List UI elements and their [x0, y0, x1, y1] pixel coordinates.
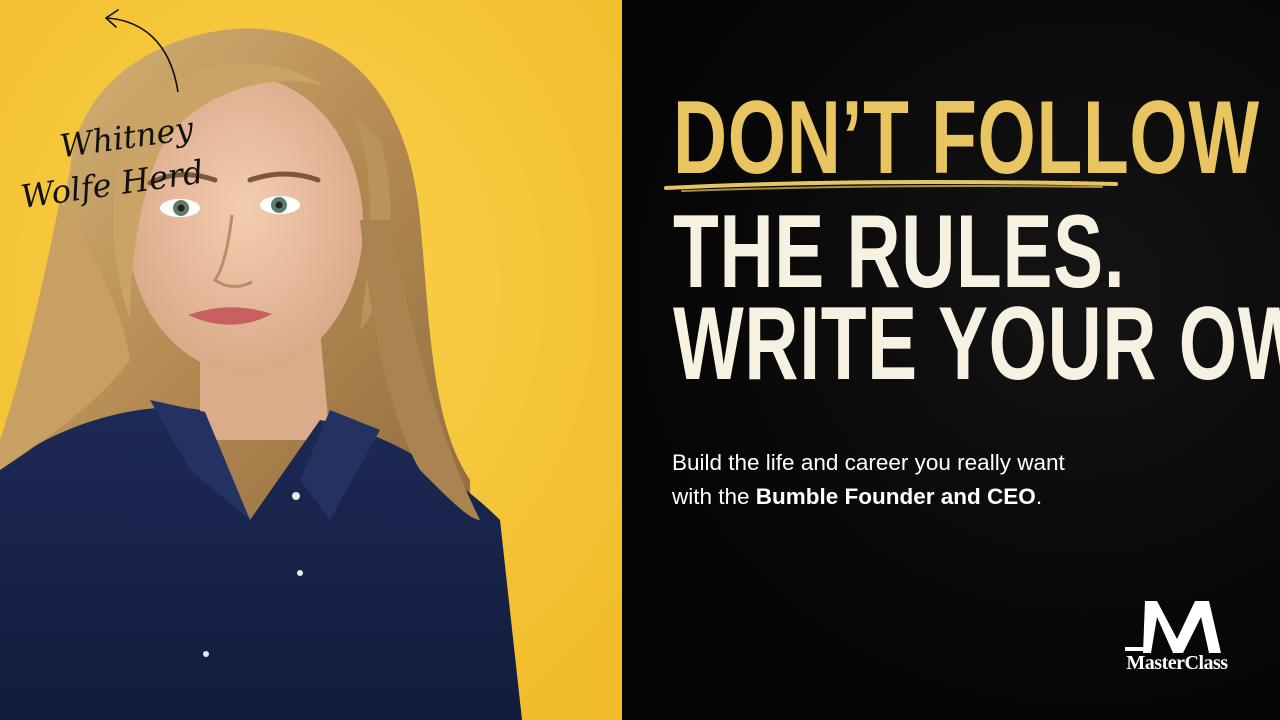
thumbnail: Whitney Wolfe Herd DON’T FOLLOW THE RULE… — [0, 0, 1280, 720]
headline-line-1: DON’T FOLLOW — [673, 80, 1260, 196]
subtext-line-1: Build the life and career you really wan… — [672, 450, 1065, 475]
subtext-end: . — [1035, 484, 1043, 509]
subtext: Build the life and career you really wan… — [672, 446, 1232, 514]
text-panel: DON’T FOLLOW THE RULES. WRITE YOUR OWN. … — [622, 0, 1280, 720]
brand-name: MasterClass — [1126, 652, 1228, 674]
headline-underline — [664, 179, 1118, 192]
portrait-panel: Whitney Wolfe Herd — [0, 0, 622, 720]
headline-line-3: WRITE YOUR OWN. — [673, 286, 1280, 402]
signature: Whitney Wolfe Herd — [18, 9, 206, 210]
arrow-icon — [105, 9, 179, 93]
signature-line-2: Wolfe Herd — [18, 153, 205, 210]
subtext-line-2: with the — [672, 484, 756, 509]
subtext-bold: Bumble Founder and CEO — [755, 484, 1036, 509]
